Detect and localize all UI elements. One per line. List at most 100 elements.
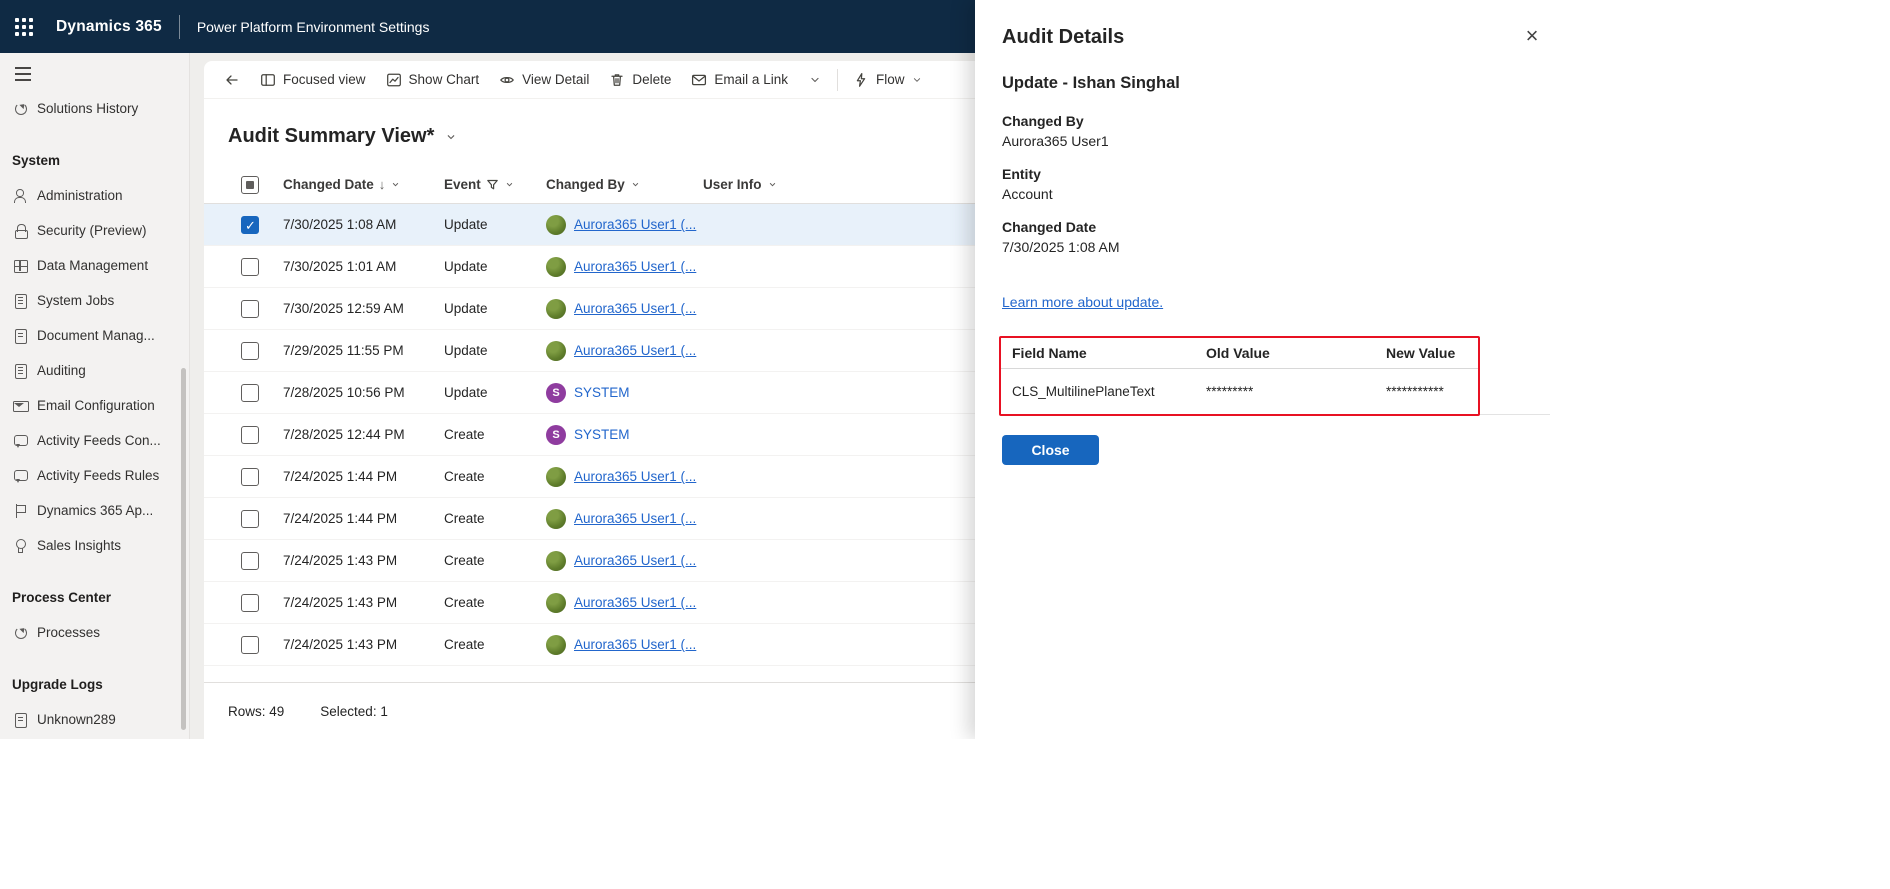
row-checkbox[interactable] [241,467,259,486]
table-row[interactable]: 7/24/2025 1:43 PM Create Aurora365 User1… [204,540,975,582]
new-value: *********** [1386,384,1444,399]
table-row[interactable]: 7/30/2025 12:59 AM Update Aurora365 User… [204,288,975,330]
back-button[interactable] [214,65,250,95]
view-detail-button[interactable]: View Detail [489,65,599,95]
sidebar-item[interactable]: Data Management [0,248,189,283]
column-label: User Info [703,177,762,192]
sidebar-item[interactable]: Activity Feeds Con... [0,423,189,458]
learn-more-link[interactable]: Learn more about update. [1002,294,1163,310]
select-all-checkbox[interactable] [241,175,259,194]
sidebar-item-label: Auditing [37,363,86,378]
column-header-changed-by[interactable]: Changed By [546,177,641,192]
changed-by-cell: Aurora365 User1 (... [546,634,703,655]
row-checkbox[interactable] [241,257,259,276]
row-checkbox[interactable] [241,341,259,360]
chevron-down-icon [447,134,455,139]
changed-date-cell: 7/24/2025 1:43 PM [283,595,398,610]
changed-by-link[interactable]: SYSTEM [574,385,630,400]
back-arrow-icon [226,74,238,85]
close-button[interactable]: Close [1002,435,1099,465]
chevron-down-icon [811,77,819,82]
topbar-page-title: Power Platform Environment Settings [196,18,430,35]
focused-view-icon [261,73,275,86]
column-header-user-info[interactable]: User Info [703,177,778,192]
table-row[interactable]: 7/24/2025 1:43 PM Create Aurora365 User1… [204,582,975,624]
table-row[interactable]: 7/28/2025 12:44 PM Create SYSTEM [204,414,975,456]
view-selector[interactable]: Audit Summary View* [204,99,458,148]
chevron-down-icon [632,182,639,187]
delete-button[interactable]: Delete [599,65,681,95]
sidebar-item[interactable]: Email Configuration [0,388,189,423]
table-row[interactable]: 7/24/2025 1:44 PM Create Aurora365 User1… [204,498,975,540]
change-table-body: CLS_MultilinePlaneText ********* *******… [1001,369,1478,414]
show-chart-button[interactable]: Show Chart [376,65,490,95]
sidebar-scrollbar[interactable] [181,368,186,730]
changed-by-link[interactable]: SYSTEM [574,427,630,442]
changed-by-link[interactable]: Aurora365 User1 (... [574,301,696,316]
column-header-event[interactable]: Event [444,177,546,192]
changed-date-cell: 7/30/2025 1:08 AM [283,217,397,232]
table-row[interactable]: 7/24/2025 1:43 PM Create Aurora365 User1… [204,624,975,666]
changed-by-link[interactable]: Aurora365 User1 (... [574,259,696,274]
sidebar-item[interactable]: Unknown289 [0,702,189,737]
chevron-down-icon [769,182,775,187]
sidebar-item[interactable]: System Jobs [0,283,189,318]
sidebar-item[interactable]: Document Manag... [0,318,189,353]
table-row[interactable]: 7/24/2025 1:44 PM Create Aurora365 User1… [204,456,975,498]
page-title: Audit Summary View* [228,125,435,147]
event-cell: Create [444,469,485,484]
row-checkbox[interactable] [241,509,259,528]
sidebar-item-label: Security (Preview) [37,223,147,238]
field-name-value: CLS_MultilinePlaneText [1012,384,1155,399]
sidebar-item[interactable]: Sales Insights [0,528,189,563]
changed-by-cell: Aurora365 User1 (... [546,298,703,319]
row-checkbox[interactable] [241,215,259,234]
flow-button[interactable]: Flow [843,65,934,95]
sidebar-item[interactable]: Administration [0,178,189,213]
field-value: Account [1002,186,1053,202]
table-row[interactable]: 7/29/2025 11:55 PM Update Aurora365 User… [204,330,975,372]
changed-by-cell: Aurora365 User1 (... [546,466,703,487]
hamburger-icon[interactable] [10,62,38,86]
sidebar-item-label: Sales Insights [37,538,122,553]
close-icon[interactable]: × [1518,22,1546,50]
highlighted-change-table: Field Name Old Value New Value CLS_Multi… [999,336,1480,416]
changed-by-link[interactable]: Aurora365 User1 (... [574,637,696,652]
changed-by-link[interactable]: Aurora365 User1 (... [574,511,696,526]
changed-by-link[interactable]: Aurora365 User1 (... [574,595,696,610]
row-checkbox[interactable] [241,635,259,654]
email-a-link-button[interactable]: Email a Link [681,65,798,95]
sidebar-item[interactable]: Solutions History [0,91,189,126]
changed-by-link[interactable]: Aurora365 User1 (... [574,469,696,484]
waffle-menu-icon[interactable] [0,0,46,53]
sidebar-item[interactable]: Dynamics 365 Ap... [0,493,189,528]
changed-by-link[interactable]: Aurora365 User1 (... [574,217,696,232]
table-row[interactable]: 7/28/2025 10:56 PM Update SYSTEM [204,372,975,414]
table-row[interactable]: 7/30/2025 1:08 AM Update Aurora365 User1… [204,204,975,246]
chevron-down-icon [393,182,399,187]
sidebar-item[interactable]: Activity Feeds Rules [0,458,189,493]
sidebar-item[interactable]: Auditing [0,353,189,388]
sidebar-item[interactable]: Processes [0,615,189,650]
column-header-changed-date[interactable]: Changed Date ↓ [283,177,444,192]
row-checkbox[interactable] [241,383,259,402]
row-checkbox[interactable] [241,425,259,444]
changed-by-cell: Aurora365 User1 (... [546,256,703,277]
avatar [546,550,566,571]
more-commands-button[interactable] [798,65,832,95]
sidebar: Solutions History System Administration … [0,53,190,739]
sidebar-section-header: Upgrade Logs [0,667,189,702]
changed-by-cell: Aurora365 User1 (... [546,592,703,613]
table-row[interactable]: 7/30/2025 1:01 AM Update Aurora365 User1… [204,246,975,288]
system-jobs-icon [12,293,28,309]
field-value: Aurora365 User1 [1002,133,1109,149]
row-checkbox[interactable] [241,593,259,612]
row-checkbox[interactable] [241,551,259,570]
database-icon [12,258,28,274]
focused-view-button[interactable]: Focused view [250,65,376,95]
changed-by-link[interactable]: Aurora365 User1 (... [574,343,696,358]
row-checkbox[interactable] [241,299,259,318]
sidebar-item[interactable]: Security (Preview) [0,213,189,248]
changed-by-link[interactable]: Aurora365 User1 (... [574,553,696,568]
event-cell: Update [444,301,488,316]
